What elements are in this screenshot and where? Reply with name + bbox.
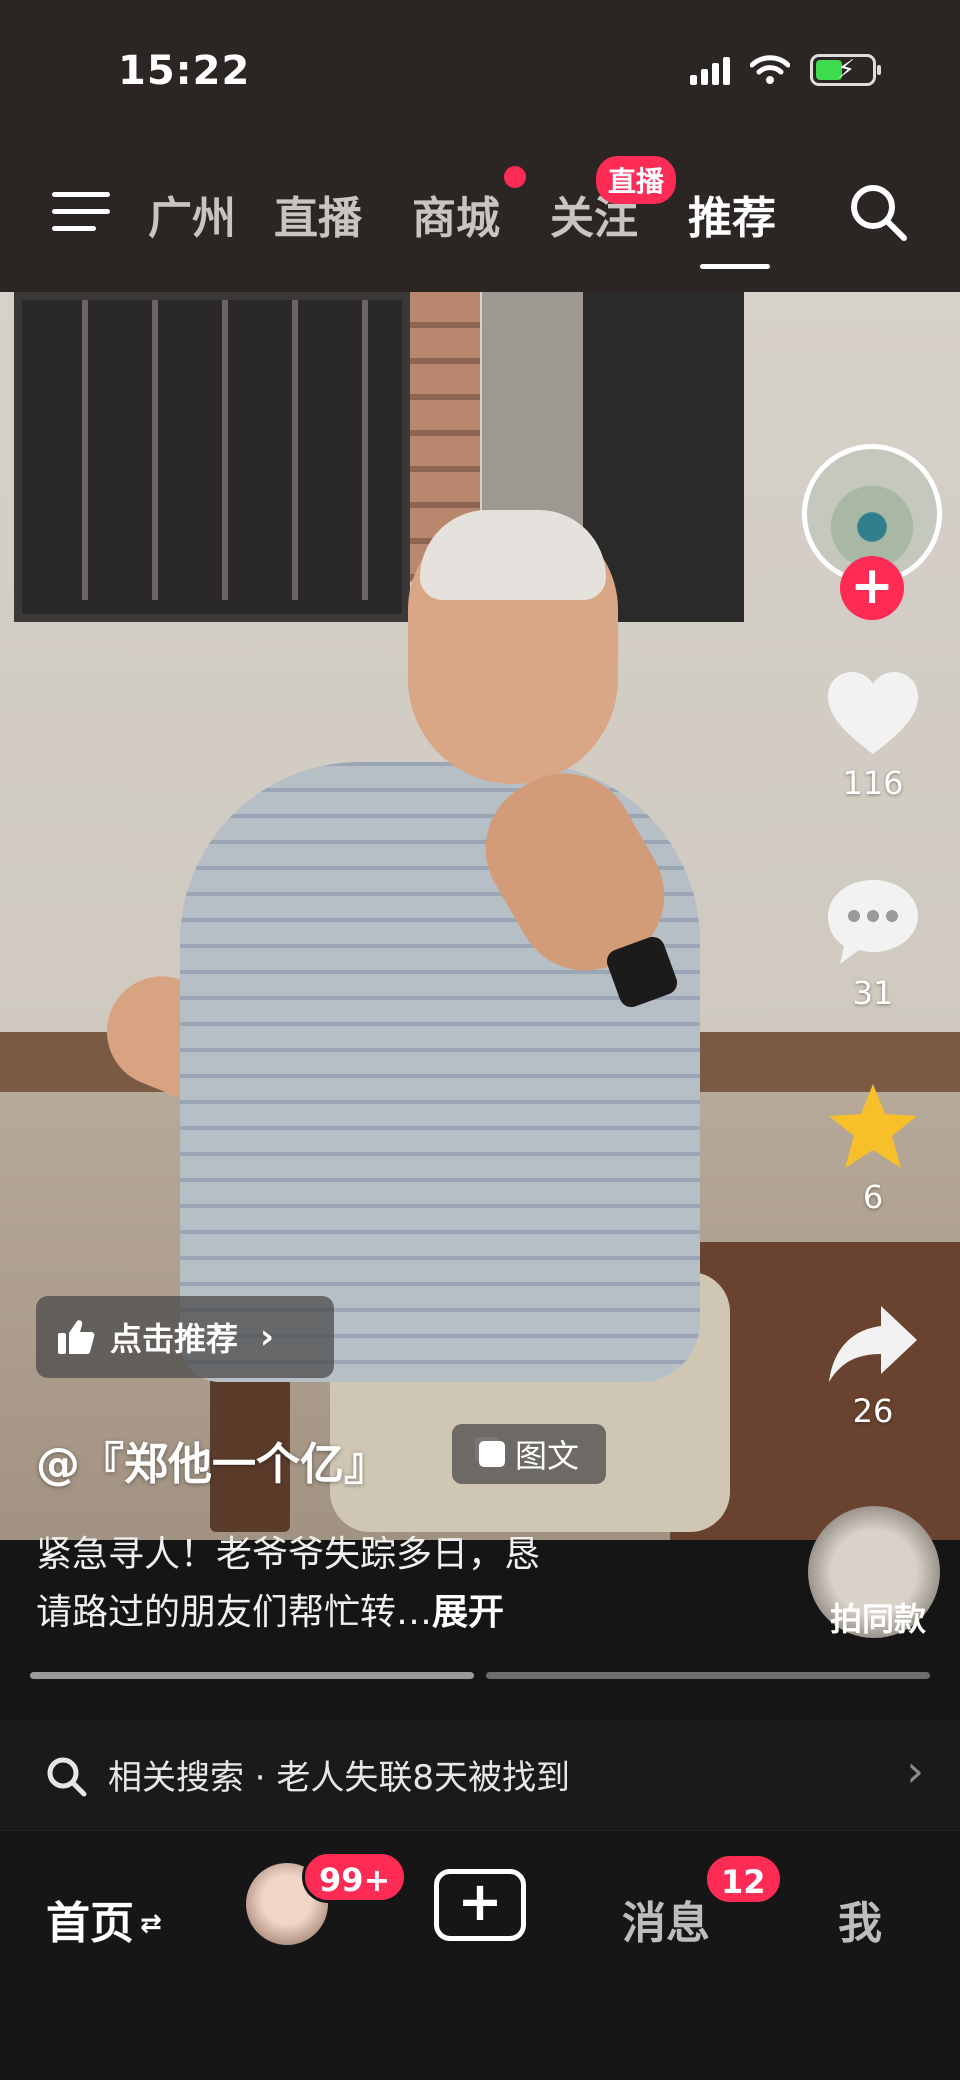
chevron-right-icon: › xyxy=(906,1746,924,1797)
tab-me[interactable]: 我 xyxy=(838,1887,882,1951)
use-template-label[interactable]: 拍同款 xyxy=(818,1594,938,1640)
post-type-label: 图文 xyxy=(514,1437,579,1475)
comment-icon xyxy=(828,880,918,964)
share-arrow-icon xyxy=(829,1306,917,1382)
top-nav: 广州 直播 商城 关注 直播 推荐 xyxy=(0,156,960,269)
tab-messages[interactable]: 消息 xyxy=(622,1887,710,1951)
share-button[interactable]: 26 xyxy=(818,1302,928,1430)
caption-line-2: 请路过的朋友们帮忙转… xyxy=(36,1592,433,1633)
comment-count: 31 xyxy=(852,974,894,1012)
gallery-icon xyxy=(478,1441,505,1467)
like-count: 116 xyxy=(842,764,904,802)
image-window xyxy=(14,292,410,622)
status-time: 15:22 xyxy=(118,48,251,94)
comment-button[interactable]: 31 xyxy=(818,876,928,1012)
tab-live[interactable]: 直播 xyxy=(274,182,362,246)
progress-segment-1 xyxy=(30,1672,474,1679)
related-search-bar[interactable]: 相关搜索 · 老人失联8天被找到 › xyxy=(0,1720,960,1830)
tab-mall[interactable]: 商城 xyxy=(412,182,500,246)
system-icons: ⚡ xyxy=(690,54,881,86)
search-icon[interactable] xyxy=(846,180,910,244)
star-icon xyxy=(829,1084,917,1168)
top-bar: 15:22 ⚡ 广州 直播 商城 关注 直播 推荐 xyxy=(0,0,960,292)
tab-home-label: 首页 xyxy=(46,1898,134,1949)
create-button[interactable]: + xyxy=(434,1869,526,1941)
battery-charging-icon: ⚡ xyxy=(810,54,881,86)
cellular-signal-icon xyxy=(690,55,730,85)
favorite-count: 6 xyxy=(862,1178,884,1216)
recommend-chip[interactable]: 点击推荐 › xyxy=(36,1296,334,1378)
favorite-button[interactable]: 6 xyxy=(818,1080,928,1216)
search-small-icon xyxy=(47,1757,87,1797)
like-button[interactable]: 116 xyxy=(818,668,928,802)
post-type-chip: 图文 xyxy=(452,1424,606,1484)
caption-line-1: 紧急寻人！老爷爷失踪多日，恳 xyxy=(36,1534,541,1575)
chevron-right-icon: › xyxy=(260,1317,275,1357)
recommend-chip-label: 点击推荐 xyxy=(110,1320,239,1358)
follow-plus-icon[interactable]: + xyxy=(840,556,904,620)
author-name[interactable]: @『郑他一个亿』 xyxy=(36,1428,388,1492)
heart-icon xyxy=(828,672,918,754)
notification-dot xyxy=(504,166,526,188)
tab-recommended[interactable]: 推荐 xyxy=(688,182,776,246)
post-caption[interactable]: 紧急寻人！老爷爷失踪多日，恳 请路过的朋友们帮忙转…展开 xyxy=(36,1526,676,1642)
live-badge: 直播 xyxy=(596,156,677,204)
expand-link[interactable]: 展开 xyxy=(432,1592,504,1633)
active-tab-indicator xyxy=(700,264,770,269)
friends-badge: 99+ xyxy=(302,1851,408,1903)
related-search-text: 相关搜索 · 老人失联8天被找到 xyxy=(108,1758,571,1798)
menu-icon[interactable] xyxy=(52,188,114,236)
messages-badge: 12 xyxy=(704,1853,783,1905)
share-count: 26 xyxy=(852,1392,894,1430)
tab-city[interactable]: 广州 xyxy=(148,182,236,246)
image-person-hair xyxy=(420,510,606,600)
thumbs-up-icon xyxy=(58,1320,95,1354)
progress-segment-2 xyxy=(486,1672,930,1679)
swap-icon: ⇄ xyxy=(140,1909,162,1939)
bottom-tab-bar: 首页 ⇄ 99+ + 消息 12 我 xyxy=(0,1830,960,2080)
tab-home[interactable]: 首页 ⇄ xyxy=(46,1887,162,1951)
wifi-icon xyxy=(750,55,790,84)
